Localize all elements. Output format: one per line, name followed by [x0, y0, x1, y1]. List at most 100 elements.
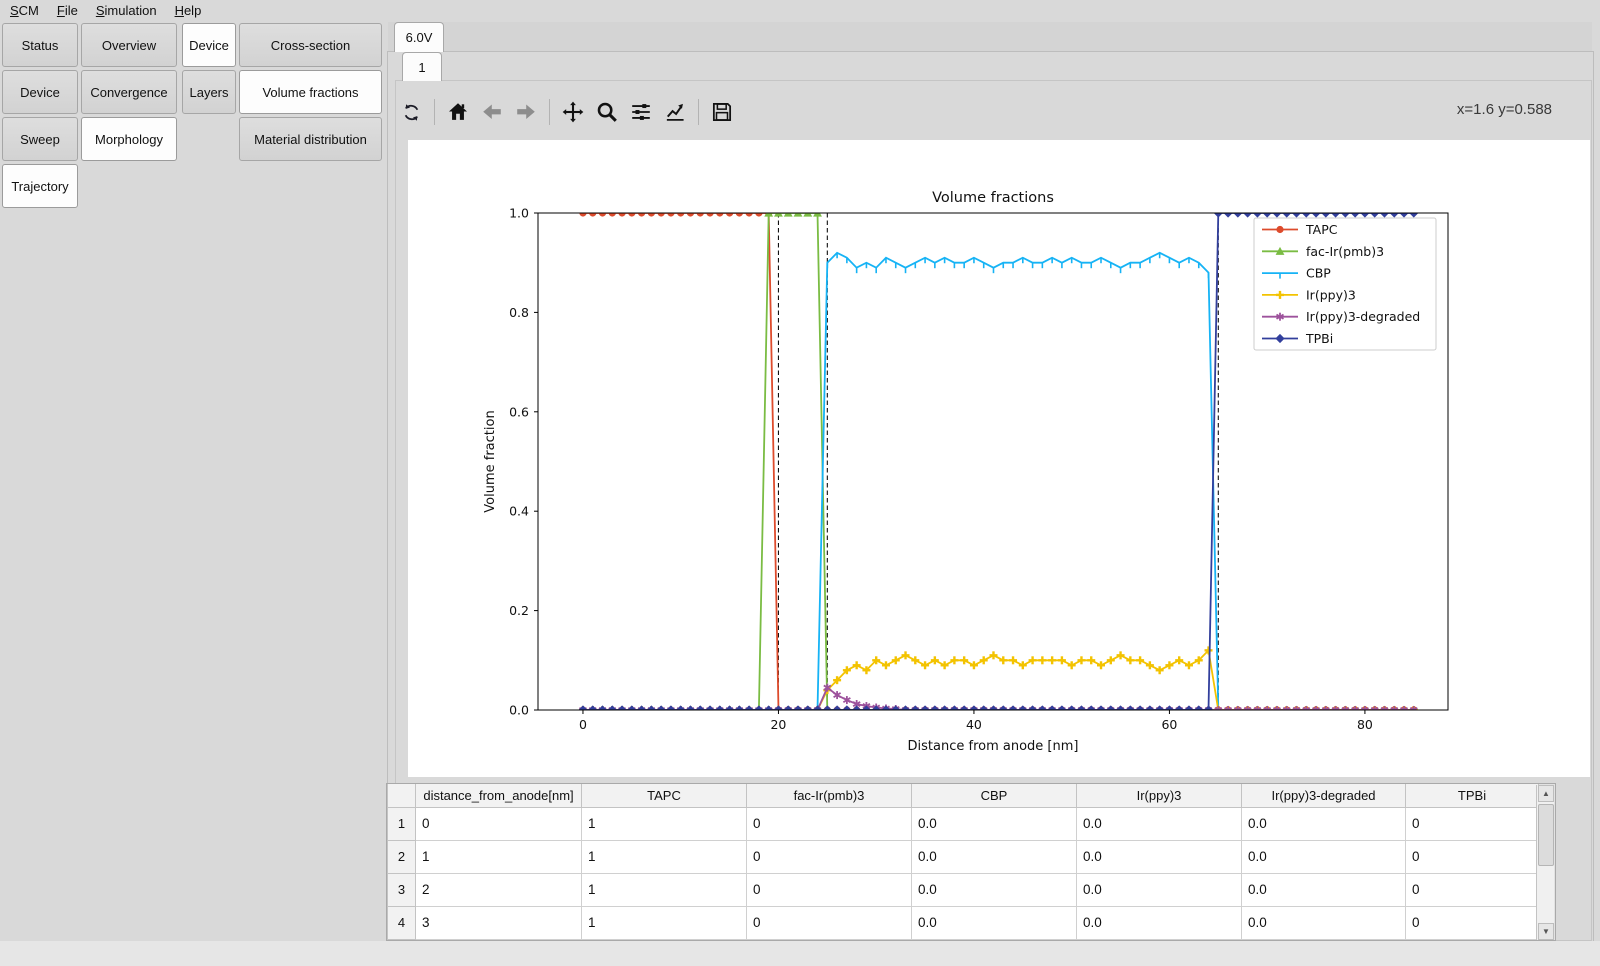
status-strip [0, 941, 1600, 966]
column-header-tapc[interactable]: TAPC [582, 784, 747, 807]
back-icon[interactable] [481, 101, 503, 123]
sidebar-item-status[interactable]: Status [2, 23, 78, 67]
cursor-readout: x=1.6 y=0.588 [1457, 101, 1552, 118]
table-cell[interactable]: 0.0 [912, 873, 1077, 906]
column-header-fac-ir-pmb-3[interactable]: fac-Ir(pmb)3 [747, 784, 912, 807]
sidebar-item-material-distribution[interactable]: Material distribution [239, 117, 382, 161]
table-cell[interactable]: 0.0 [1242, 840, 1406, 873]
tab-6-0v[interactable]: 6.0V [394, 22, 444, 52]
menu-item-scm[interactable]: SCM [10, 3, 39, 18]
x-tick-label: 60 [1161, 717, 1177, 732]
sidebar-item-trajectory[interactable]: Trajectory [2, 164, 78, 208]
scroll-down-button[interactable]: ▼ [1538, 923, 1554, 940]
toolbar-separator [549, 99, 550, 125]
table-cell[interactable]: 0.0 [1077, 906, 1242, 939]
column-header-tpbi[interactable]: TPBi [1406, 784, 1539, 807]
table-cell[interactable]: 0.0 [1242, 906, 1406, 939]
zoom-icon[interactable] [596, 101, 618, 123]
table-cell[interactable]: 0.0 [912, 840, 1077, 873]
figure-canvas[interactable]: 0204060800.00.20.40.60.81.0Volume fracti… [408, 140, 1590, 777]
x-tick-label: 20 [770, 717, 786, 732]
x-tick-label: 80 [1357, 717, 1373, 732]
x-tick-label: 0 [579, 717, 587, 732]
table-cell[interactable]: 1 [582, 840, 747, 873]
sidebar-item-overview[interactable]: Overview [81, 23, 177, 67]
table-cell[interactable]: 0 [1406, 906, 1539, 939]
table-row: 32100.00.00.00 [388, 873, 1539, 906]
menu-item-help[interactable]: Help [175, 3, 202, 18]
table-cell[interactable]: 1 [582, 873, 747, 906]
y-tick-label: 0.8 [509, 305, 529, 320]
tab-page-1[interactable]: 1 [402, 52, 442, 81]
table-scrollbar[interactable]: ▲ ▼ [1536, 785, 1554, 940]
volume-fractions-chart[interactable]: 0204060800.00.20.40.60.81.0Volume fracti… [408, 140, 1590, 777]
menu-item-simulation[interactable]: Simulation [96, 3, 157, 18]
sidebar-item-volume-fractions[interactable]: Volume fractions [239, 70, 382, 114]
y-tick-label: 0.2 [509, 603, 529, 618]
x-axis-label: Distance from anode [nm] [908, 739, 1079, 754]
forward-icon[interactable] [515, 101, 537, 123]
table-cell[interactable]: 0.0 [912, 807, 1077, 840]
table-cell[interactable]: 0.0 [1077, 840, 1242, 873]
table-cell[interactable]: 0.0 [912, 906, 1077, 939]
row-number[interactable]: 1 [388, 807, 416, 840]
sidebar-item-device[interactable]: Device [182, 23, 236, 67]
tab-strip [388, 22, 1592, 52]
menu-item-file[interactable]: File [57, 3, 78, 18]
volume-fractions-table: distance_from_anode[nm]TAPCfac-Ir(pmb)3C… [387, 784, 1539, 940]
plot-options-icon[interactable] [664, 101, 686, 123]
table-cell[interactable]: 0 [1406, 873, 1539, 906]
subplots-icon[interactable] [630, 101, 652, 123]
plot-toolbar [400, 95, 733, 129]
chart-legend: TAPCfac-Ir(pmb)3CBPIr(ppy)3Ir(ppy)3-degr… [1254, 218, 1436, 350]
table-cell[interactable]: 0.0 [1077, 873, 1242, 906]
scroll-up-button[interactable]: ▲ [1538, 785, 1554, 802]
table-cell[interactable]: 0 [1406, 807, 1539, 840]
column-header-ir-ppy-3-degraded[interactable]: Ir(ppy)3-degraded [1242, 784, 1406, 807]
sidebar-item-morphology[interactable]: Morphology [81, 117, 177, 161]
nav-column-3: DeviceLayers [182, 23, 236, 114]
sidebar-item-device[interactable]: Device [2, 70, 78, 114]
app-window: { "menu": { "items": [ {"label":"SCM"}, … [0, 0, 1600, 966]
sidebar-item-sweep[interactable]: Sweep [2, 117, 78, 161]
table-cell[interactable]: 2 [416, 873, 582, 906]
menu-bar: SCM File Simulation Help [0, 0, 1600, 21]
table-row: 10100.00.00.00 [388, 807, 1539, 840]
table-cell[interactable]: 0 [747, 840, 912, 873]
table-cell[interactable]: 0 [416, 807, 582, 840]
sidebar-item-cross-section[interactable]: Cross-section [239, 23, 382, 67]
table-cell[interactable]: 0 [747, 807, 912, 840]
table-cell[interactable]: 3 [416, 906, 582, 939]
y-axis-label: Volume fraction [483, 410, 498, 512]
table-cell[interactable]: 0.0 [1242, 807, 1406, 840]
table-cell[interactable]: 0.0 [1242, 873, 1406, 906]
table-cell[interactable]: 0 [747, 873, 912, 906]
refresh-icon[interactable] [400, 101, 422, 123]
sidebar-item-convergence[interactable]: Convergence [81, 70, 177, 114]
svg-text:TPBi: TPBi [1305, 331, 1333, 346]
nav-column-4: Cross-sectionVolume fractionsMaterial di… [239, 23, 382, 161]
table-cell[interactable]: 0 [747, 906, 912, 939]
table-cell[interactable]: 1 [416, 840, 582, 873]
column-header-distance-from-anode-nm[interactable]: distance_from_anode[nm] [416, 784, 582, 807]
nav-column-1: StatusDeviceSweepTrajectory [2, 23, 78, 208]
y-tick-label: 0.6 [509, 404, 529, 419]
save-icon[interactable] [711, 101, 733, 123]
table-cell[interactable]: 1 [582, 906, 747, 939]
column-header-ir-ppy-3[interactable]: Ir(ppy)3 [1077, 784, 1242, 807]
table-cell[interactable]: 0.0 [1077, 807, 1242, 840]
pan-icon[interactable] [562, 101, 584, 123]
row-number[interactable]: 4 [388, 906, 416, 939]
sidebar-item-layers[interactable]: Layers [182, 70, 236, 114]
table-cell[interactable]: 1 [582, 807, 747, 840]
y-tick-label: 0.4 [509, 504, 529, 519]
row-number[interactable]: 3 [388, 873, 416, 906]
row-number[interactable]: 2 [388, 840, 416, 873]
scrollbar-thumb[interactable] [1538, 804, 1554, 866]
table-row: 43100.00.00.00 [388, 906, 1539, 939]
table-cell[interactable]: 0 [1406, 840, 1539, 873]
table-row: 21100.00.00.00 [388, 840, 1539, 873]
home-icon[interactable] [447, 101, 469, 123]
corner-header [388, 784, 416, 807]
column-header-cbp[interactable]: CBP [912, 784, 1077, 807]
